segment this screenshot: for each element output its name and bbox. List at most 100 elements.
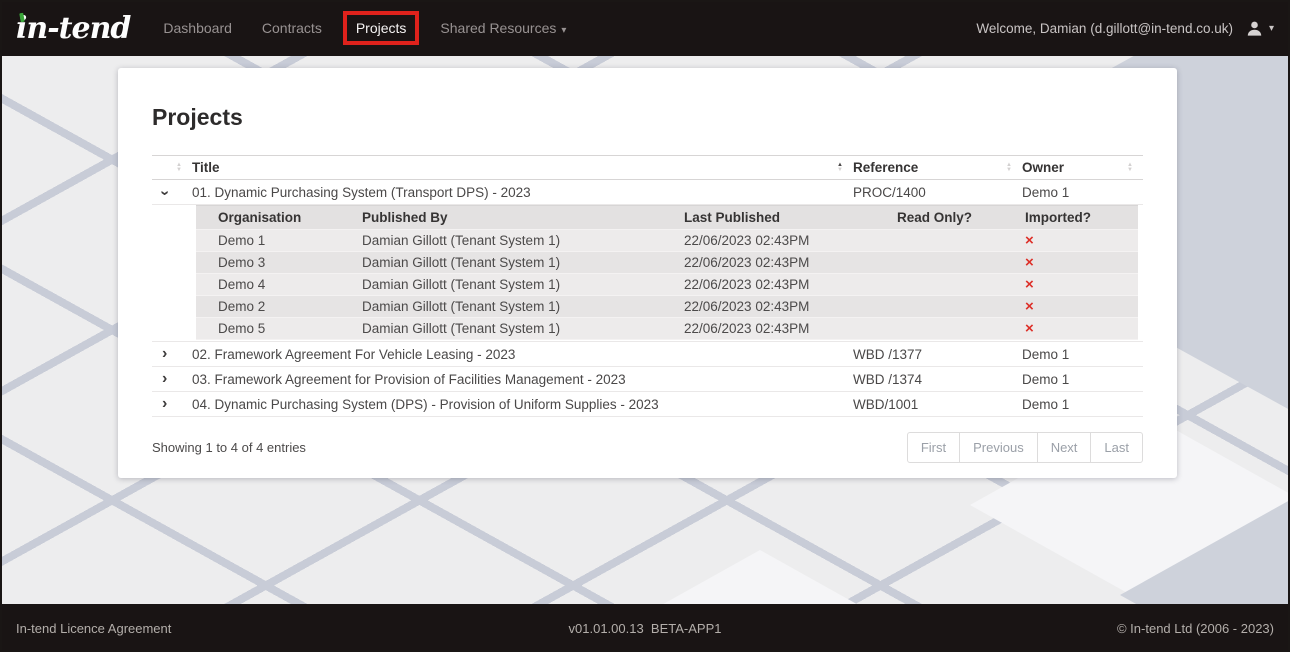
table-row[interactable]: › 04. Dynamic Purchasing System (DPS) - … (152, 392, 1143, 417)
sort-icon: ▲▼ (1127, 163, 1133, 173)
last-published-cell: 22/06/2023 02:43PM (684, 252, 897, 274)
published-by-cell: Damian Gillott (Tenant System 1) (362, 230, 684, 252)
expand-row-button[interactable]: › (152, 367, 192, 392)
previous-page-button[interactable]: Previous (959, 432, 1038, 463)
chevron-down-icon: ▾ (1269, 23, 1274, 34)
published-by-cell: Damian Gillott (Tenant System 1) (362, 252, 684, 274)
imported-cell: × (1025, 318, 1138, 340)
nav-item-projects[interactable]: Projects (356, 20, 407, 36)
chevron-down-icon: ▾ (561, 25, 566, 36)
red-cross-icon: × (1025, 232, 1034, 249)
project-owner-cell: Demo 1 (1022, 180, 1143, 205)
main-nav: Dashboard Contracts Projects Shared Reso… (148, 10, 581, 46)
table-footer: Showing 1 to 4 of 4 entries First Previo… (152, 432, 1143, 463)
table-header-row: ▲▼ Title ▲▼ Reference ▲▼ Owner ▲▼ (152, 156, 1143, 180)
expand-row-button[interactable]: › (152, 392, 192, 417)
published-by-cell: Damian Gillott (Tenant System 1) (362, 296, 684, 318)
expand-row-button[interactable]: › (152, 342, 192, 367)
published-by-cell: Damian Gillott (Tenant System 1) (362, 318, 684, 340)
chevron-right-icon: › (162, 396, 167, 412)
page-title: Projects (152, 104, 1143, 131)
pagination: First Previous Next Last (907, 432, 1143, 463)
sort-asc-icon: ▲▼ (837, 163, 843, 173)
subtable-row: Demo 5 Damian Gillott (Tenant System 1) … (196, 318, 1138, 340)
column-label: Title (192, 160, 220, 175)
column-header-reference[interactable]: Reference ▲▼ (853, 156, 1022, 180)
subcolumn-imported: Imported? (1025, 206, 1138, 230)
nav-item-contracts[interactable]: Contracts (247, 10, 337, 46)
chevron-down-icon: › (157, 190, 173, 195)
version-text: v01.01.00.13 BETA-APP1 (0, 621, 1290, 636)
subtable-row: Demo 3 Damian Gillott (Tenant System 1) … (196, 252, 1138, 274)
sort-icon: ▲▼ (1006, 163, 1012, 173)
subcolumn-organisation: Organisation (196, 206, 362, 230)
red-cross-icon: × (1025, 298, 1034, 315)
last-published-cell: 22/06/2023 02:43PM (684, 318, 897, 340)
page-footer: In-tend Licence Agreement v01.01.00.13 B… (0, 604, 1290, 652)
organisation-cell: Demo 3 (196, 252, 362, 274)
user-menu[interactable]: Welcome, Damian (d.gillott@in-tend.co.uk… (976, 19, 1274, 38)
project-reference-cell: WBD/1001 (853, 392, 1022, 417)
imported-cell: × (1025, 274, 1138, 296)
shared-resources-label: Shared Resources (440, 20, 556, 36)
project-reference-cell: WBD /1374 (853, 367, 1022, 392)
nav-item-shared-resources[interactable]: Shared Resources ▾ (425, 10, 581, 46)
intend-logo[interactable]: in-tend (16, 11, 130, 46)
column-label: Reference (853, 160, 918, 175)
user-icon (1245, 19, 1264, 38)
published-by-cell: Damian Gillott (Tenant System 1) (362, 274, 684, 296)
copyright-text: © In-tend Ltd (2006 - 2023) (1117, 621, 1274, 636)
red-cross-icon: × (1025, 254, 1034, 271)
project-title-cell: 03. Framework Agreement for Provision of… (192, 367, 853, 392)
expander-column-header: ▲▼ (152, 156, 192, 180)
read-only-cell (897, 296, 1025, 318)
read-only-cell (897, 230, 1025, 252)
top-navbar: in-tend Dashboard Contracts Projects Sha… (0, 0, 1290, 56)
first-page-button[interactable]: First (907, 432, 960, 463)
sort-icon: ▲▼ (176, 163, 182, 173)
read-only-cell (897, 318, 1025, 340)
project-owner-cell: Demo 1 (1022, 367, 1143, 392)
subtable-row: Demo 2 Damian Gillott (Tenant System 1) … (196, 296, 1138, 318)
red-cross-icon: × (1025, 320, 1034, 337)
next-page-button[interactable]: Next (1037, 432, 1092, 463)
last-published-cell: 22/06/2023 02:43PM (684, 296, 897, 318)
background-diamond (590, 550, 930, 604)
column-header-title[interactable]: Title ▲▼ (192, 156, 853, 180)
annotation-highlight-box: Projects (343, 11, 420, 45)
subcolumn-last-published: Last Published (684, 206, 897, 230)
last-page-button[interactable]: Last (1090, 432, 1143, 463)
table-row[interactable]: › 01. Dynamic Purchasing System (Transpo… (152, 180, 1143, 205)
welcome-text: Welcome, Damian (d.gillott@in-tend.co.uk… (976, 21, 1233, 36)
column-header-owner[interactable]: Owner ▲▼ (1022, 156, 1143, 180)
project-owner-cell: Demo 1 (1022, 342, 1143, 367)
subtable-row: Demo 4 Damian Gillott (Tenant System 1) … (196, 274, 1138, 296)
imported-cell: × (1025, 252, 1138, 274)
chevron-right-icon: › (162, 371, 167, 387)
chevron-right-icon: › (162, 346, 167, 362)
subcolumn-read-only: Read Only? (897, 206, 1025, 230)
table-row[interactable]: › 02. Framework Agreement For Vehicle Le… (152, 342, 1143, 367)
project-title-cell: 04. Dynamic Purchasing System (DPS) - Pr… (192, 392, 853, 417)
table-row[interactable]: › 03. Framework Agreement for Provision … (152, 367, 1143, 392)
subcolumn-published-by: Published By (362, 206, 684, 230)
logo-text: in-tend (16, 11, 130, 46)
last-published-cell: 22/06/2023 02:43PM (684, 230, 897, 252)
projects-panel: Projects ▲▼ Title ▲▼ Reference ▲▼ Owner … (118, 68, 1177, 478)
collapse-row-button[interactable]: › (152, 180, 192, 205)
red-cross-icon: × (1025, 276, 1034, 293)
column-label: Owner (1022, 160, 1064, 175)
organisation-cell: Demo 5 (196, 318, 362, 340)
organisation-cell: Demo 4 (196, 274, 362, 296)
project-title-cell: 02. Framework Agreement For Vehicle Leas… (192, 342, 853, 367)
last-published-cell: 22/06/2023 02:43PM (684, 274, 897, 296)
organisation-cell: Demo 2 (196, 296, 362, 318)
project-reference-cell: WBD /1377 (853, 342, 1022, 367)
imported-cell: × (1025, 230, 1138, 252)
imported-cell: × (1025, 296, 1138, 318)
projects-table: ▲▼ Title ▲▼ Reference ▲▼ Owner ▲▼ › (152, 155, 1143, 417)
nav-item-dashboard[interactable]: Dashboard (148, 10, 247, 46)
project-reference-cell: PROC/1400 (853, 180, 1022, 205)
read-only-cell (897, 252, 1025, 274)
publications-subtable: Organisation Published By Last Published… (196, 205, 1138, 340)
